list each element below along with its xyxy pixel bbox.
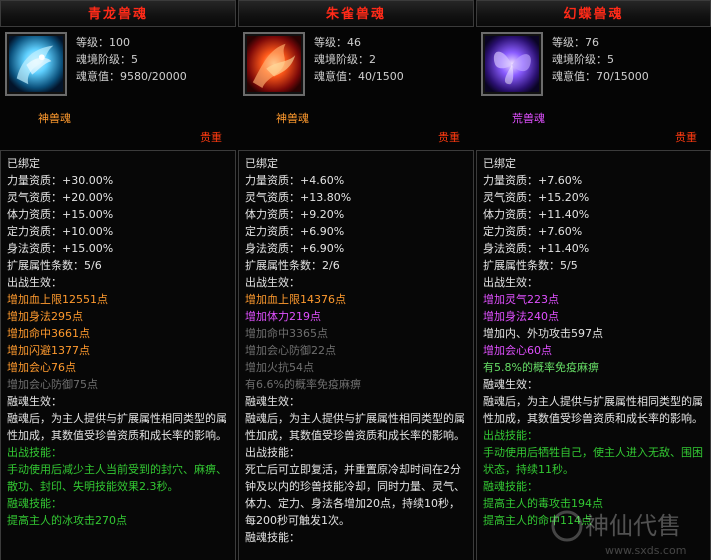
level-text: 等级：46 — [314, 36, 361, 49]
soul-attributes: 已绑定力量资质：+30.00% 灵气资质：+20.00% 体力资质：+15.00% 定… — [0, 150, 236, 560]
soul-intent-text: 魂意值：70/15000 — [552, 70, 649, 83]
soul-stats: 等级：46 魂境阶级：2 魂意值：40/1500 — [314, 34, 404, 85]
attribute-line: 增加身法295点 — [7, 310, 83, 323]
level-text: 等级：100 — [76, 36, 130, 49]
phantom-butterfly-soul-icon — [485, 36, 539, 92]
realm-rank-text: 魂境阶级：5 — [76, 53, 138, 66]
soul-grade: 神兽魂 — [38, 112, 71, 125]
attribute-line: 定力资质：+7.60% — [483, 225, 583, 238]
attribute-line: 手动使用后牺牲自己，使主人进入无敌、围困状态，持续11秒。 — [483, 446, 703, 476]
attribute-line: 增加会心76点 — [7, 361, 76, 374]
attribute-line: 增加闪避1377点 — [7, 344, 90, 357]
pet-soul-panel-zhuque: 朱雀兽魂 等级：46 魂境阶级：2 魂意值：40/1500 神兽魂 贵重 已绑定… — [238, 0, 474, 560]
attribute-line: 力量资质：+7.60% — [483, 174, 583, 187]
panel-header: 等级：100 魂境阶级：5 魂意值：9580/20000 神兽魂 贵重 — [0, 28, 236, 148]
soul-stats: 等级：100 魂境阶级：5 魂意值：9580/20000 — [76, 34, 187, 85]
attribute-line: 定力资质：+6.90% — [245, 225, 345, 238]
attribute-line: 出战生效： — [245, 276, 300, 289]
soul-grade: 荒兽魂 — [512, 112, 545, 125]
attribute-line: 融魂技能： — [483, 480, 538, 493]
attribute-line: 灵气资质：+20.00% — [7, 191, 114, 204]
pet-soul-panel-qinglong: 青龙兽魂 等级：100 魂境阶级：5 魂意值：9580/20000 神兽魂 贵重… — [0, 0, 236, 560]
attribute-line: 增加身法240点 — [483, 310, 559, 323]
attribute-line: 融魂生效： — [483, 378, 538, 391]
attribute-line: 融魂后，为主人提供与扩展属性相同类型的属性加成，其数值受珍兽资质和成长率的影响。 — [245, 412, 465, 442]
attribute-line: 增加血上限14376点 — [245, 293, 346, 306]
attribute-line: 体力资质：+11.40% — [483, 208, 590, 221]
attribute-line: 融魂技能： — [245, 531, 300, 544]
blue-dragon-soul-icon — [9, 36, 63, 92]
attribute-line: 增加命中3661点 — [7, 327, 90, 340]
vermilion-bird-soul-icon — [247, 36, 301, 92]
attribute-line: 体力资质：+9.20% — [245, 208, 345, 221]
attribute-line: 融魂技能： — [7, 497, 62, 510]
attribute-line: 增加会心60点 — [483, 344, 552, 357]
soul-portrait[interactable] — [481, 32, 543, 96]
attribute-line: 扩展属性条数：5/6 — [7, 259, 102, 272]
panel-title: 幻蝶兽魂 — [476, 0, 711, 27]
attribute-line: 增加命中3365点 — [245, 327, 328, 340]
attribute-line: 增加体力219点 — [245, 310, 321, 323]
panel-header: 等级：46 魂境阶级：2 魂意值：40/1500 神兽魂 贵重 — [238, 28, 474, 148]
attribute-line: 扩展属性条数：5/5 — [483, 259, 578, 272]
soul-portrait[interactable] — [5, 32, 67, 96]
attribute-line: 融魂后，为主人提供与扩展属性相同类型的属性加成，其数值受珍兽资质和成长率的影响。 — [483, 395, 703, 425]
realm-rank-text: 魂境阶级：5 — [552, 53, 614, 66]
attribute-line: 身法资质：+6.90% — [245, 242, 345, 255]
attribute-line: 提高主人的冰攻击270点 — [7, 514, 127, 527]
soul-portrait[interactable] — [243, 32, 305, 96]
panel-title: 朱雀兽魂 — [238, 0, 474, 27]
attribute-line: 提高主人的毒攻击194点 — [483, 497, 603, 510]
level-text: 等级：76 — [552, 36, 599, 49]
attribute-line: 灵气资质：+15.20% — [483, 191, 590, 204]
attribute-line: 力量资质：+30.00% — [7, 174, 114, 187]
attribute-line: 出战生效： — [483, 276, 538, 289]
attribute-line: 已绑定 — [245, 157, 278, 170]
attribute-line: 增加灵气223点 — [483, 293, 559, 306]
attribute-line: 力量资质：+4.60% — [245, 174, 345, 187]
attribute-line: 身法资质：+15.00% — [7, 242, 114, 255]
attribute-line: 出战生效： — [7, 276, 62, 289]
attribute-line: 增加火抗54点 — [245, 361, 314, 374]
attribute-line: 定力资质：+10.00% — [7, 225, 114, 238]
attribute-line: 融魂生效： — [245, 395, 300, 408]
rarity-label: 贵重 — [675, 131, 697, 144]
attribute-line: 灵气资质：+13.80% — [245, 191, 352, 204]
attribute-line: 手动使用后减少主人当前受到的封穴、麻痹、散功、封印、失明技能效果2.3秒。 — [7, 463, 227, 493]
attribute-line: 已绑定 — [483, 157, 516, 170]
attribute-line: 身法资质：+11.40% — [483, 242, 590, 255]
realm-rank-text: 魂境阶级：2 — [314, 53, 376, 66]
attribute-line: 增加会心防御75点 — [7, 378, 98, 391]
attribute-line: 已绑定 — [7, 157, 40, 170]
attribute-line: 扩展属性条数：2/6 — [245, 259, 340, 272]
attribute-line: 增加血上限12551点 — [7, 293, 108, 306]
attribute-line: 出战技能： — [7, 446, 62, 459]
soul-attributes: 已绑定力量资质：+7.60% 灵气资质：+15.20% 体力资质：+11.40% 定力… — [476, 150, 711, 560]
soul-grade: 神兽魂 — [276, 112, 309, 125]
soul-intent-text: 魂意值：40/1500 — [314, 70, 404, 83]
attribute-line: 融魂生效： — [7, 395, 62, 408]
pet-soul-panel-huandie: 幻蝶兽魂 等级：76 魂境阶级：5 魂意值：70/15000 荒兽魂 贵重 已绑… — [476, 0, 711, 560]
attribute-line: 有5.8%的概率免疫麻痹 — [483, 361, 599, 374]
soul-attributes: 已绑定力量资质：+4.60% 灵气资质：+13.80% 体力资质：+9.20% 定力资… — [238, 150, 474, 560]
attribute-line: 增加内、外功攻击597点 — [483, 327, 603, 340]
soul-intent-text: 魂意值：9580/20000 — [76, 70, 187, 83]
attribute-line: 有6.6%的概率免疫麻痹 — [245, 378, 361, 391]
rarity-label: 贵重 — [200, 131, 222, 144]
attribute-line: 出战技能： — [483, 429, 538, 442]
attribute-line: 死亡后可立即复活，并重置原冷却时间在2分钟及以内的珍兽技能冷却，同时力量、灵气、… — [245, 463, 465, 527]
rarity-label: 贵重 — [438, 131, 460, 144]
attribute-line: 提高主人的命中114点 — [483, 514, 592, 527]
panel-title: 青龙兽魂 — [0, 0, 236, 27]
attribute-line: 出战技能： — [245, 446, 300, 459]
attribute-line: 体力资质：+15.00% — [7, 208, 114, 221]
attribute-line: 融魂后，为主人提供与扩展属性相同类型的属性加成，其数值受珍兽资质和成长率的影响。 — [7, 412, 227, 442]
attribute-line: 增加会心防御22点 — [245, 344, 336, 357]
panel-header: 等级：76 魂境阶级：5 魂意值：70/15000 荒兽魂 贵重 — [476, 28, 711, 148]
soul-stats: 等级：76 魂境阶级：5 魂意值：70/15000 — [552, 34, 649, 85]
